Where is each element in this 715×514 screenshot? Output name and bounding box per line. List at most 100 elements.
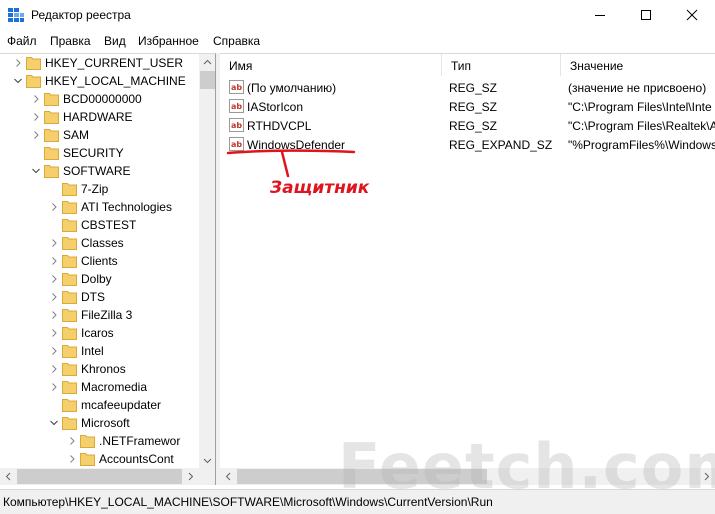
tree-item[interactable]: HKEY_CURRENT_USER (0, 54, 200, 72)
tree-item[interactable]: CBSTEST (0, 216, 200, 234)
minimize-button[interactable] (577, 0, 623, 30)
tree-vertical-scrollbar[interactable] (199, 54, 216, 468)
maximize-button[interactable] (623, 0, 669, 30)
tree-item-label: Icaros (81, 326, 114, 340)
tree-item[interactable]: FileZilla 3 (0, 306, 200, 324)
chevron-right-icon[interactable] (50, 257, 58, 265)
tree-item[interactable]: Dolby (0, 270, 200, 288)
tree-horizontal-scrollbar[interactable] (0, 468, 216, 485)
chevron-right-icon[interactable] (50, 383, 58, 391)
tree-item[interactable]: Khronos (0, 360, 200, 378)
tree-item[interactable]: Icaros (0, 324, 200, 342)
tree-item[interactable]: Macromedia (0, 378, 200, 396)
tree-item[interactable]: HKEY_LOCAL_MACHINE (0, 72, 200, 90)
string-value-icon: ab (229, 99, 244, 113)
chevron-right-icon[interactable] (32, 95, 40, 103)
chevron-right-icon[interactable] (32, 113, 40, 121)
scroll-down-icon[interactable] (199, 452, 216, 468)
tree-item[interactable]: Classes (0, 234, 200, 252)
menu-bar: Файл Правка Вид Избранное Справка (0, 31, 715, 51)
value-row[interactable]: ab (По умолчанию) REG_SZ (значение не присв… (220, 78, 715, 97)
tree-item-label: Classes (81, 236, 124, 250)
folder-icon (44, 93, 59, 106)
tree-item[interactable]: 7-Zip (0, 180, 200, 198)
column-header-name[interactable]: Имя (220, 54, 442, 76)
tree-item-label: DTS (81, 290, 105, 304)
folder-icon (62, 219, 77, 232)
tree-item-label: HKEY_LOCAL_MACHINE (45, 74, 186, 88)
value-data: "C:\Program Files\Realtek\A (568, 119, 715, 133)
svg-text:ab: ab (231, 83, 242, 92)
scroll-left-icon[interactable] (0, 468, 17, 485)
title-bar: Редактор реестра (0, 0, 715, 30)
scroll-right-icon[interactable] (182, 468, 199, 485)
tree-item-label: Dolby (81, 272, 112, 286)
chevron-down-icon[interactable] (32, 167, 40, 175)
tree-item[interactable]: AccountsCont (0, 450, 200, 468)
column-header-type[interactable]: Тип (442, 54, 561, 76)
tree-item-label: SOFTWARE (63, 164, 131, 178)
svg-text:ab: ab (231, 121, 242, 130)
folder-icon (62, 381, 77, 394)
tree-horizontal-scroll-thumb[interactable] (17, 469, 182, 484)
annotation-label: Защитник (270, 178, 370, 198)
chevron-right-icon[interactable] (50, 203, 58, 211)
chevron-right-icon[interactable] (50, 347, 58, 355)
tree-item[interactable]: SAM (0, 126, 200, 144)
tree-item[interactable]: mcafeeupdater (0, 396, 200, 414)
menu-favorites[interactable]: Избранное (138, 34, 199, 48)
tree-item[interactable]: HARDWARE (0, 108, 200, 126)
tree-item[interactable]: SOFTWARE (0, 162, 200, 180)
registry-tree[interactable]: HKEY_CURRENT_USER HKEY_LOCAL_MACHINE BCD00… (0, 53, 216, 468)
chevron-right-icon[interactable] (50, 293, 58, 301)
folder-icon (44, 165, 59, 178)
folder-icon (26, 75, 41, 88)
menu-help[interactable]: Справка (213, 34, 260, 48)
chevron-right-icon[interactable] (32, 131, 40, 139)
tree-item-label: mcafeeupdater (81, 398, 162, 412)
tree-item[interactable]: Microsoft (0, 414, 200, 432)
chevron-right-icon[interactable] (50, 239, 58, 247)
tree-item[interactable]: BCD00000000 (0, 90, 200, 108)
menu-file[interactable]: Файл (7, 34, 37, 48)
menu-edit[interactable]: Правка (50, 34, 91, 48)
column-header-data[interactable]: Значение (561, 54, 715, 76)
menu-view[interactable]: Вид (104, 34, 126, 48)
tree-item-label: HKEY_CURRENT_USER (45, 56, 184, 70)
tree-vertical-scroll-thumb[interactable] (200, 71, 215, 89)
folder-icon (44, 111, 59, 124)
chevron-right-icon[interactable] (68, 455, 76, 463)
chevron-right-icon[interactable] (14, 59, 22, 67)
value-name: (По умолчанию) (247, 81, 337, 95)
scroll-left-icon[interactable] (220, 468, 237, 485)
chevron-right-icon[interactable] (50, 329, 58, 337)
regedit-icon (8, 8, 24, 22)
value-type: REG_SZ (449, 119, 498, 133)
tree-item[interactable]: Clients (0, 252, 200, 270)
tree-item[interactable]: Intel (0, 342, 200, 360)
chevron-right-icon[interactable] (50, 365, 58, 373)
value-row[interactable]: ab RTHDVCPL REG_SZ "C:\Program Files\Realte… (220, 116, 715, 135)
tree-item-label: BCD00000000 (63, 92, 142, 106)
values-list[interactable]: Имя Тип Значение ab (По умолчанию) REG_SZ (… (220, 53, 715, 468)
tree-item-label: SAM (63, 128, 90, 142)
tree-item-label: Clients (81, 254, 118, 268)
close-button[interactable] (669, 0, 715, 30)
chevron-right-icon[interactable] (68, 437, 76, 445)
scroll-up-icon[interactable] (199, 54, 216, 71)
tree-item[interactable]: ATI Technologies (0, 198, 200, 216)
folder-icon (80, 453, 95, 466)
folder-icon (62, 363, 77, 376)
chevron-right-icon[interactable] (50, 311, 58, 319)
chevron-down-icon[interactable] (14, 77, 22, 85)
tree-item[interactable]: SECURITY (0, 144, 200, 162)
tree-item[interactable]: .NETFramewor (0, 432, 200, 450)
chevron-down-icon[interactable] (50, 419, 58, 427)
status-bar: Компьютер\HKEY_LOCAL_MACHINE\SOFTWARE\Mi… (0, 489, 715, 514)
value-row[interactable]: ab IAStorIcon REG_SZ "C:\Program Files\Inte… (220, 97, 715, 116)
tree-item-label: FileZilla 3 (81, 308, 133, 322)
chevron-right-icon[interactable] (50, 275, 58, 283)
window-title: Редактор реестра (31, 8, 131, 22)
folder-icon (62, 291, 77, 304)
tree-item[interactable]: DTS (0, 288, 200, 306)
